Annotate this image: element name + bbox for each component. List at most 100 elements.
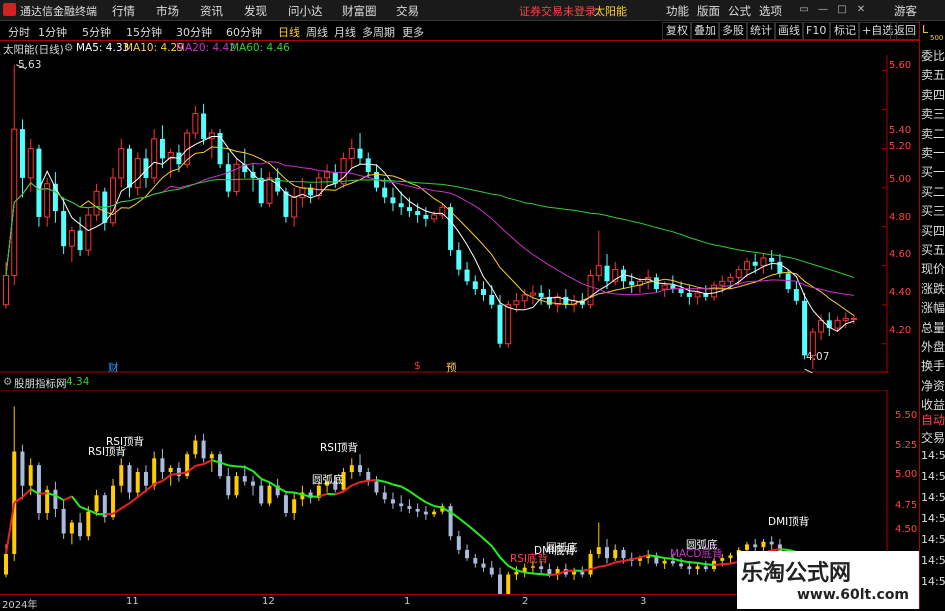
trend-segment-49	[401, 487, 409, 492]
ind-bar-75	[613, 550, 617, 558]
trend-segment-59	[484, 538, 492, 546]
ind-bar-82	[671, 561, 675, 564]
event-marker-forecast[interactable]: 预	[446, 360, 457, 375]
settings-icon[interactable]: ⚙	[64, 42, 73, 54]
f10-button[interactable]: F10	[802, 22, 830, 40]
candle-body-103	[843, 318, 848, 320]
candle-body-45	[366, 158, 371, 172]
ind-bar-59	[482, 564, 486, 568]
candle-body-98	[802, 301, 807, 356]
quote-field-14: 涨幅	[921, 299, 945, 316]
period-tab-daily[interactable]: 日线	[278, 24, 300, 40]
ind-bar-19	[152, 458, 156, 485]
candle-body-59	[481, 289, 486, 295]
period-tab-5min[interactable]: 5分钟	[82, 24, 111, 40]
multi-stock-button[interactable]: 多股	[718, 22, 748, 40]
panel-icon[interactable]: ▭	[796, 2, 812, 17]
candle-body-4	[28, 149, 33, 178]
user-label[interactable]: 游客	[894, 3, 917, 19]
tick-time-6: 14:56	[921, 554, 945, 567]
login-status[interactable]: 证券交易未登录	[519, 3, 596, 19]
ind-bar-52	[424, 512, 428, 515]
auto-label[interactable]: 自动	[921, 411, 945, 428]
indicator-tick-3: 5.00	[895, 469, 919, 480]
period-tab-weekly[interactable]: 周线	[306, 24, 328, 40]
period-tab-monthly[interactable]: 月线	[334, 24, 356, 40]
adjust-button[interactable]: 复权	[662, 22, 692, 40]
candle-body-48	[390, 197, 395, 203]
quote-field-13: 涨跌	[921, 280, 945, 297]
indicator-settings-icon[interactable]: ⚙	[3, 376, 12, 388]
candle-body-10	[78, 231, 83, 251]
trend-segment-73	[599, 565, 607, 566]
event-marker-dividend[interactable]: $	[414, 360, 421, 372]
ind-bar-73	[597, 547, 601, 554]
back-button[interactable]: 返回	[890, 22, 920, 40]
mark-button[interactable]: 标记	[830, 22, 860, 40]
tick-time-5: 14:56	[921, 533, 945, 546]
menu-item-quotes[interactable]: 行情	[112, 3, 135, 19]
period-tab-15min[interactable]: 15分钟	[126, 24, 162, 40]
period-tab-more[interactable]: 更多	[402, 24, 424, 40]
ind-bar-30	[243, 476, 247, 481]
menu-item-formula[interactable]: 公式	[728, 3, 751, 19]
ind-bar-89	[729, 555, 733, 558]
date-label-nov: 11	[126, 596, 139, 607]
indicator-value: 4.34	[66, 376, 89, 388]
candle-body-60	[489, 295, 494, 305]
menu-item-ask[interactable]: 问小达	[288, 3, 323, 19]
ind-bar-25	[202, 441, 206, 459]
close-icon[interactable]: ✕	[853, 2, 869, 17]
candle-body-42	[341, 158, 346, 183]
candle-body-14	[111, 178, 116, 223]
ind-bar-4	[29, 465, 33, 486]
period-tab-30min[interactable]: 30分钟	[176, 24, 212, 40]
ind-bar-7	[53, 490, 57, 509]
maximize-icon[interactable]: □	[834, 2, 850, 17]
trade-label[interactable]: 交易	[921, 429, 945, 446]
statistics-button[interactable]: 统计	[746, 22, 776, 40]
ind-bar-58	[473, 558, 477, 563]
trend-segment-43	[352, 482, 360, 485]
period-tab-1min[interactable]: 1分钟	[38, 24, 67, 40]
overlay-button[interactable]: 叠加	[690, 22, 720, 40]
menu-item-discover[interactable]: 发现	[244, 3, 267, 19]
ind-bar-46	[374, 482, 378, 493]
candle-body-24	[193, 114, 198, 134]
menu-item-layout[interactable]: 版面	[697, 3, 720, 19]
minimize-icon[interactable]: —	[815, 2, 831, 17]
menu-item-news[interactable]: 资讯	[200, 3, 223, 19]
ind-bar-67	[547, 569, 551, 574]
menu-item-options[interactable]: 选项	[759, 3, 782, 19]
candle-body-16	[127, 149, 132, 188]
high-price-label: 5.63	[18, 59, 41, 71]
trend-segment-74	[607, 562, 615, 565]
ind-bar-20	[160, 458, 164, 472]
ind-bar-70	[572, 572, 576, 575]
candle-body-44	[358, 149, 363, 159]
candle-body-94	[769, 258, 774, 262]
candle-body-52	[423, 215, 428, 219]
draw-line-button[interactable]: 画线	[774, 22, 804, 40]
event-marker-finance[interactable]: 财	[108, 360, 119, 375]
candle-body-100	[819, 320, 824, 332]
menu-item-function[interactable]: 功能	[666, 3, 689, 19]
ind-bar-62	[506, 575, 510, 596]
candle-body-15	[119, 149, 124, 178]
period-tab-multi[interactable]: 多周期	[362, 24, 395, 40]
menu-item-trade[interactable]: 交易	[396, 3, 419, 19]
trend-segment-51	[418, 497, 426, 502]
trend-segment-35	[286, 492, 294, 493]
period-tab-60min[interactable]: 60分钟	[226, 24, 262, 40]
menu-bar: 通达信金融终端 行情 市场 资讯 发现 问小达 财富圈 交易 证券交易未登录 太…	[0, 0, 945, 21]
candle-body-81	[662, 285, 667, 289]
candlestick-chart[interactable]	[0, 55, 888, 373]
quote-field-4: 卖三	[921, 105, 945, 122]
quote-field-16: 外盘	[921, 338, 945, 355]
tick-time-4: 14:56	[921, 512, 945, 525]
trend-segment-95	[780, 549, 788, 550]
ind-bar-71	[580, 572, 584, 575]
menu-item-market[interactable]: 市场	[156, 3, 179, 19]
period-tab-intraday[interactable]: 分时	[8, 24, 30, 40]
menu-item-wealth[interactable]: 财富圈	[342, 3, 377, 19]
